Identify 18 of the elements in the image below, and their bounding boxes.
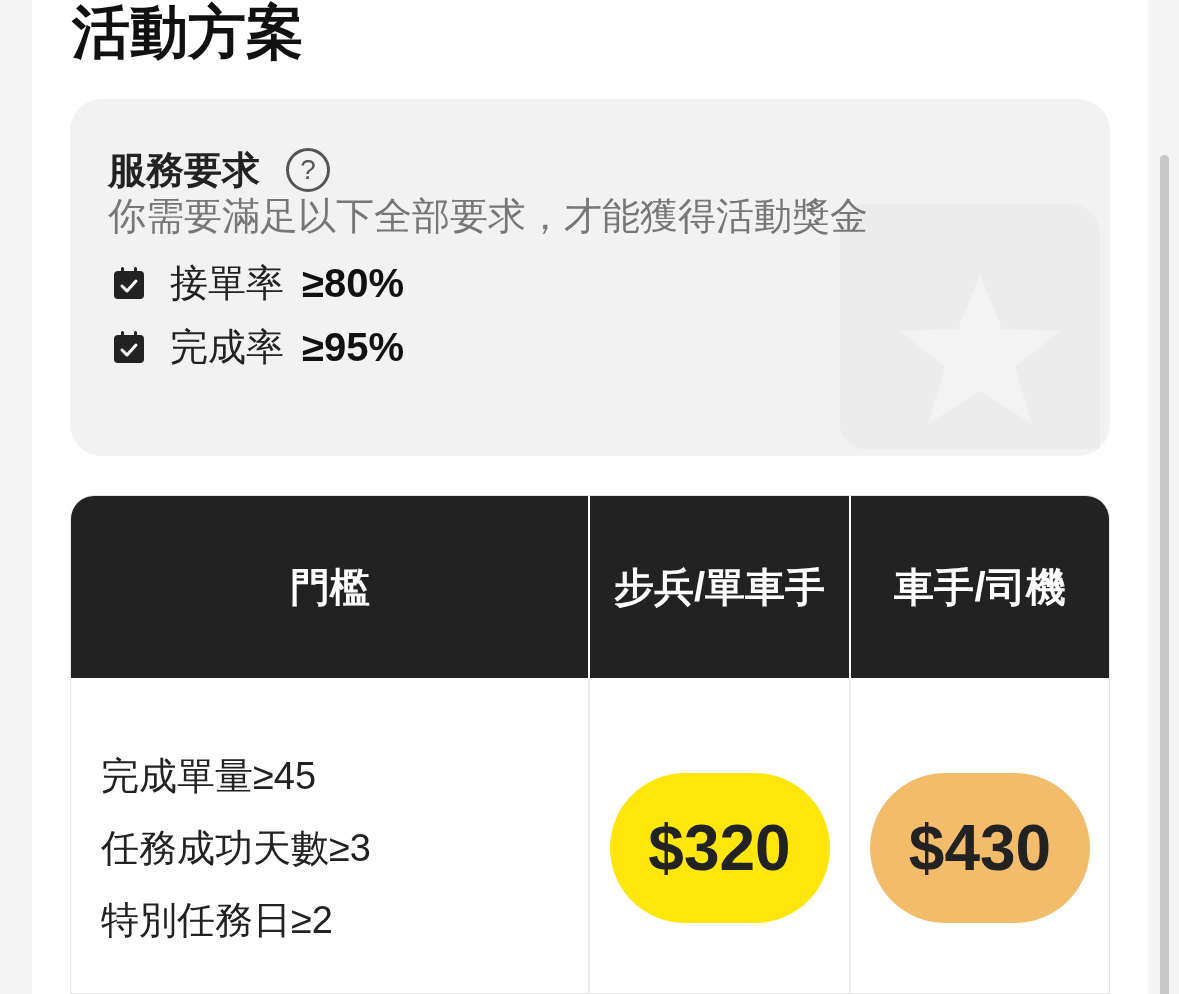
requirements-title: 服務要求: [108, 148, 260, 193]
help-button[interactable]: ?: [286, 148, 330, 192]
column-header: 車手/司機: [849, 496, 1109, 678]
column-header: 步兵/單車手: [588, 496, 849, 678]
requirement-label: 接單率: [170, 261, 284, 306]
calendar-check-icon: [112, 265, 146, 301]
price-badge: $430: [870, 773, 1090, 923]
requirements-subtitle: 你需要滿足以下全部要求，才能獲得活動獎金: [108, 194, 869, 239]
page-title: 活動方案: [70, 2, 305, 62]
price-badge: $320: [609, 773, 830, 923]
requirement-value: ≥95%: [302, 324, 404, 371]
requirement-label: 完成率: [170, 325, 284, 370]
requirement-value: ≥80%: [302, 260, 404, 307]
condition-text: 任務成功天數≥3: [101, 826, 372, 871]
condition-text: 特別任務日≥2: [101, 898, 334, 943]
calendar-check-icon: [112, 329, 146, 365]
condition-text: 完成單量≥45: [101, 754, 318, 799]
column-header: 門檻: [288, 564, 371, 611]
